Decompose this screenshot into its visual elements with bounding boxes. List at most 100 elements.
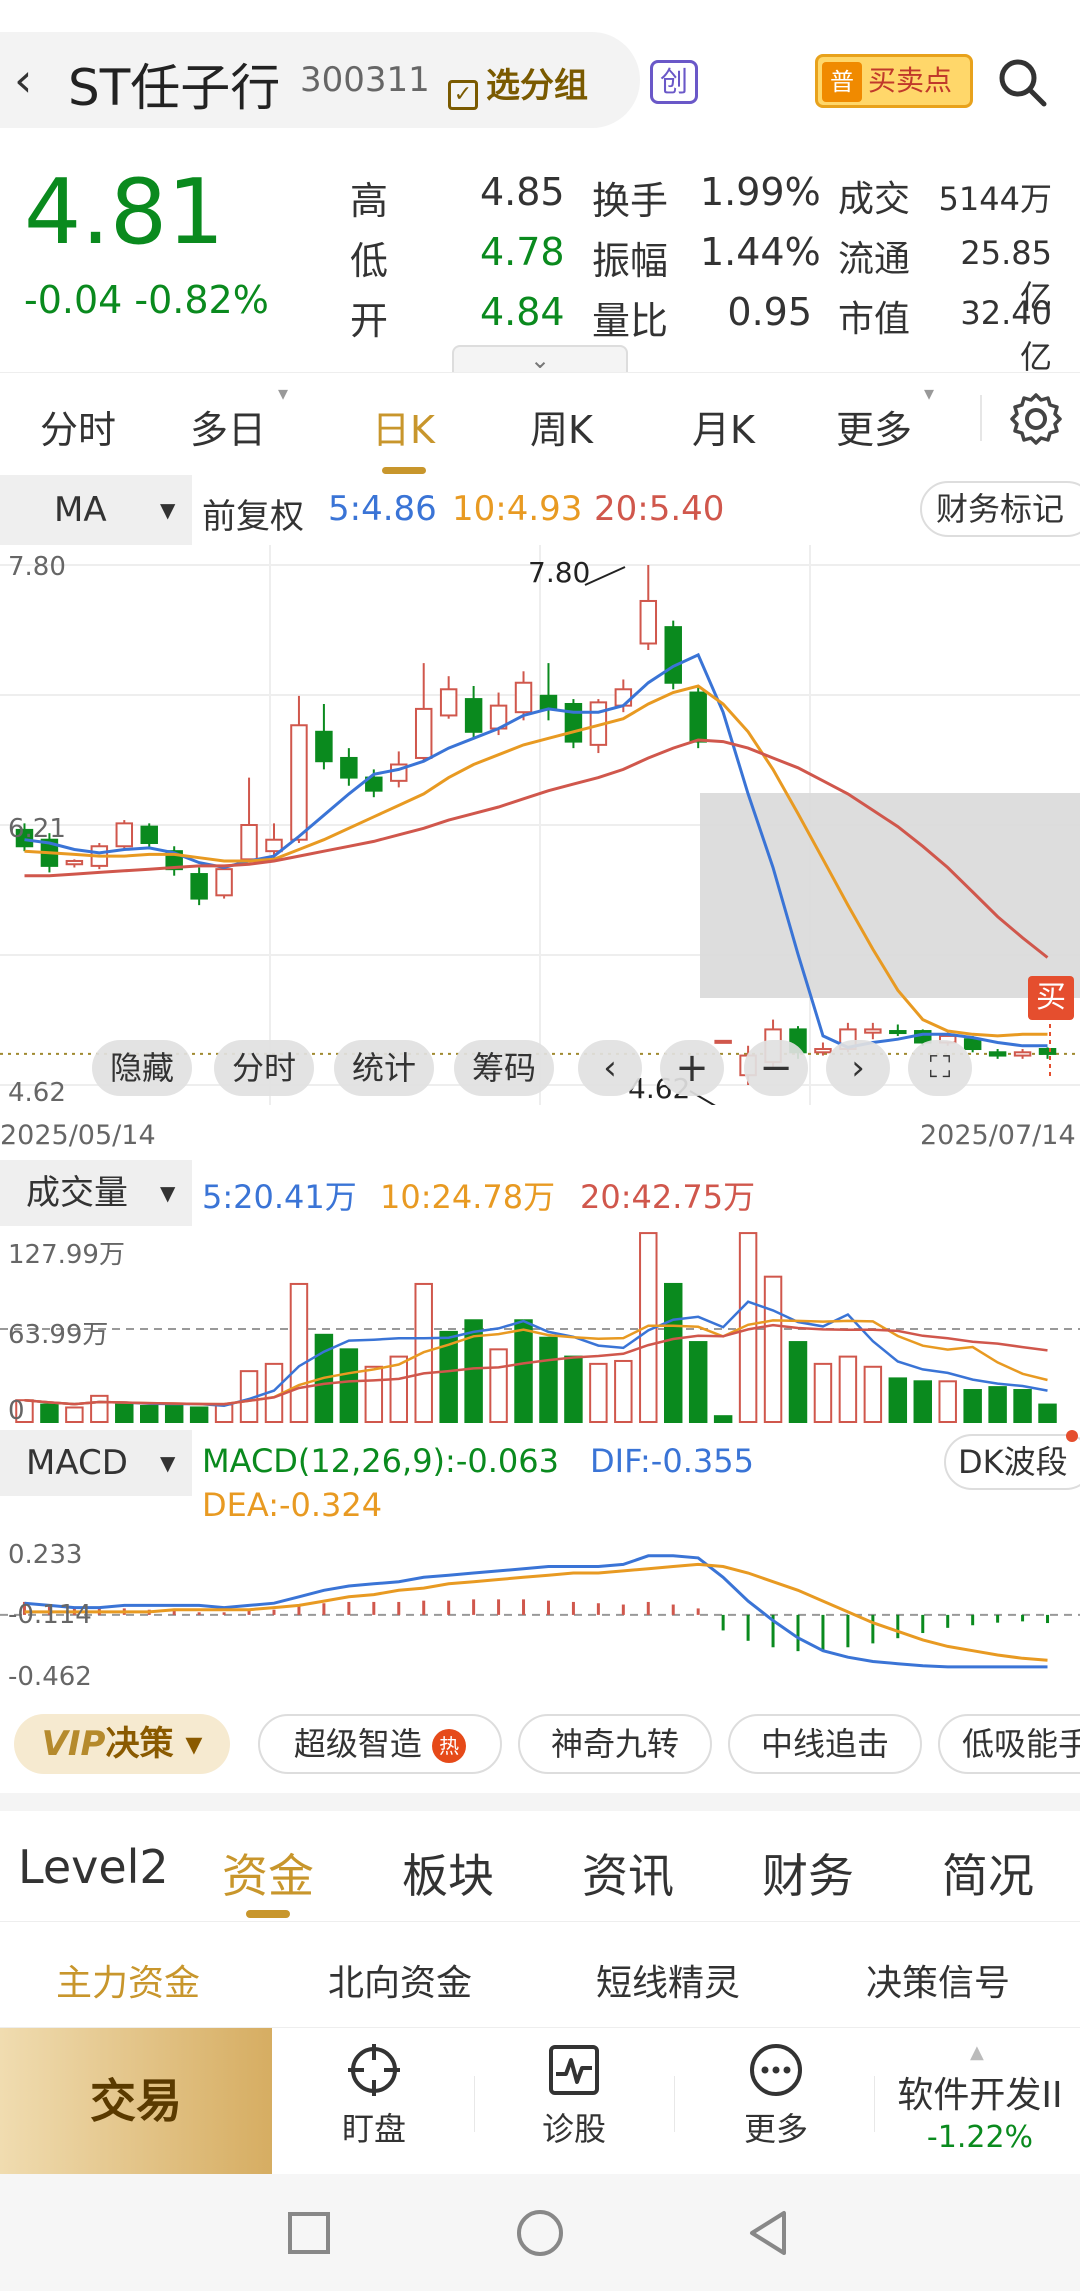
hot-badge: 热 (432, 1729, 467, 1763)
board-badge[interactable]: 创 (650, 60, 698, 104)
info-tab-3[interactable]: 资讯 (582, 1840, 674, 1906)
gear-icon[interactable] (1010, 393, 1062, 445)
price-axis-top: 7.80 (8, 552, 66, 582)
info-tab-0[interactable]: Level2 (18, 1840, 169, 1894)
volume-selector[interactable]: 成交量 ▼ (0, 1160, 192, 1226)
hide-chip[interactable]: 隐藏 (92, 1040, 192, 1096)
zoom-out-icon[interactable]: − (744, 1040, 808, 1096)
sub-tab-0[interactable]: 主力资金 (56, 1954, 200, 2006)
tab-divider (980, 395, 982, 441)
sector-name[interactable]: 软件开发II (880, 2066, 1080, 2118)
vol-ma20: 20:42.75万 (580, 1178, 756, 1216)
high-price-label: 7.80 (528, 556, 591, 589)
dk-band-button[interactable]: DK波段 (944, 1434, 1080, 1490)
quote-value: 5144万 (938, 180, 1052, 218)
quote-value: 1.44% (700, 230, 821, 274)
ma-selector[interactable]: MA ▼ (0, 475, 192, 545)
quote-value: 1.99% (700, 170, 821, 214)
volume-bar (838, 1355, 858, 1423)
info-tab-4[interactable]: 财务 (762, 1840, 854, 1906)
volume-selector-label: 成交量 (26, 1173, 128, 1213)
sub-tab-2[interactable]: 短线精灵 (596, 1954, 740, 2006)
candle-body (65, 859, 84, 866)
tab-0[interactable]: 分时 (40, 399, 116, 454)
watch-button[interactable]: 盯盘 (314, 2042, 434, 2150)
pulse-chart-icon (549, 2045, 599, 2095)
select-group-button[interactable]: ✓ 选分组 (448, 58, 588, 110)
feature-chip-low[interactable]: 低吸能手 (938, 1714, 1080, 1774)
adjust-mode[interactable]: 前复权 (202, 489, 304, 538)
buy-sell-points-button[interactable]: 普买卖点 (815, 54, 973, 108)
tab-5[interactable]: 更多 (836, 399, 912, 454)
stats-chip[interactable]: 统计 (334, 1040, 434, 1096)
intraday-chip[interactable]: 分时 (214, 1040, 314, 1096)
features-row: VIP决策 ▾ 超级智造 热 神奇九转 中线追击 低吸能手 (0, 1704, 1080, 1786)
candle-body (290, 724, 308, 841)
scroll-left-icon[interactable]: ‹ (578, 1040, 642, 1096)
quote-value: 4.84 (480, 290, 565, 334)
quote-key: 流通 (838, 239, 911, 280)
more-button[interactable]: 更多 (716, 2042, 836, 2150)
tab-2[interactable]: 日K (372, 399, 435, 454)
macd-value: MACD(12,26,9):-0.063 (202, 1442, 559, 1480)
fullscreen-icon[interactable]: ⛶ (908, 1040, 972, 1096)
quote-key: 低 (350, 239, 389, 283)
volume-bar (514, 1319, 533, 1423)
volume-bar (214, 1403, 234, 1424)
ma20-value: 20:5.40 (594, 489, 725, 529)
search-icon[interactable] (996, 56, 1048, 108)
macd-axis-top: 0.233 (8, 1540, 83, 1570)
end-date: 2025/07/14 (920, 1120, 1076, 1151)
vip-prefix: VIP (41, 1724, 106, 1764)
quote-value: 0.95 (727, 290, 812, 334)
tab-3[interactable]: 周K (530, 399, 593, 454)
volume-bar (664, 1282, 683, 1424)
ma-selector-label: MA (54, 490, 107, 530)
feature-chip-super[interactable]: 超级智造 热 (258, 1714, 502, 1774)
candle-body (639, 599, 658, 645)
quote-key: 量比 (592, 299, 669, 343)
vip-decision-button[interactable]: VIP决策 ▾ (14, 1714, 230, 1774)
macd-chart[interactable] (0, 1500, 1080, 1700)
info-tab-5[interactable]: 简况 (942, 1840, 1034, 1906)
macd-line-dif (24, 1554, 1048, 1669)
sub-tab-1[interactable]: 北向资金 (328, 1954, 472, 2006)
bar-divider (874, 2076, 875, 2132)
info-tab-2[interactable]: 板块 (402, 1840, 494, 1906)
vol-ma5: 5:20.41万 (202, 1178, 357, 1216)
bottom-action-bar: 交易 盯盘 诊股 更多 ▲ 软件开发II -1.22% (0, 2027, 1080, 2174)
candle-body (190, 873, 208, 900)
chips-chip[interactable]: 筹码 (454, 1040, 554, 1096)
finance-mark-button[interactable]: 财务标记 (920, 481, 1080, 537)
collapse-up-icon[interactable]: ▲ (970, 2042, 984, 2063)
quote-key: 高 (350, 179, 389, 223)
candle-body (1013, 1051, 1032, 1057)
volume-chart[interactable] (0, 1226, 1080, 1426)
back-nav-icon[interactable] (744, 2208, 794, 2258)
feature-chip-nine[interactable]: 神奇九转 (518, 1714, 712, 1774)
more-label: 更多 (743, 2110, 808, 2148)
home-icon[interactable] (515, 2208, 565, 2258)
info-tab-1[interactable]: 资金 (222, 1840, 314, 1906)
quote-value: 4.85 (480, 170, 565, 214)
trade-button[interactable]: 交易 (0, 2028, 272, 2174)
tab-1[interactable]: 多日 (190, 399, 266, 454)
tab-4[interactable]: 月K (692, 399, 755, 454)
expand-quote-button[interactable]: ⌄ (452, 345, 628, 373)
feature-chip-mid[interactable]: 中线追击 (728, 1714, 922, 1774)
diagnose-button[interactable]: 诊股 (514, 2042, 634, 2150)
volume-bar (339, 1348, 359, 1423)
quote-value: 4.78 (480, 230, 565, 274)
zoom-in-icon[interactable]: + (660, 1040, 724, 1096)
buy-signal-badge[interactable]: 买 (1028, 976, 1074, 1020)
macd-selector[interactable]: MACD ▼ (0, 1430, 192, 1496)
kline-chart[interactable] (0, 545, 1080, 1105)
candle-body (514, 681, 533, 714)
volume-axis-top: 127.99万 (8, 1240, 125, 1270)
price-axis-bottom: 4.62 (8, 1078, 66, 1108)
scroll-right-icon[interactable]: › (826, 1040, 890, 1096)
recent-apps-icon[interactable] (284, 2208, 334, 2258)
sub-tab-3[interactable]: 决策信号 (866, 1954, 1010, 2006)
back-button[interactable]: ‹ (14, 57, 54, 106)
dropdown-caret-icon: ▾ (278, 381, 289, 405)
